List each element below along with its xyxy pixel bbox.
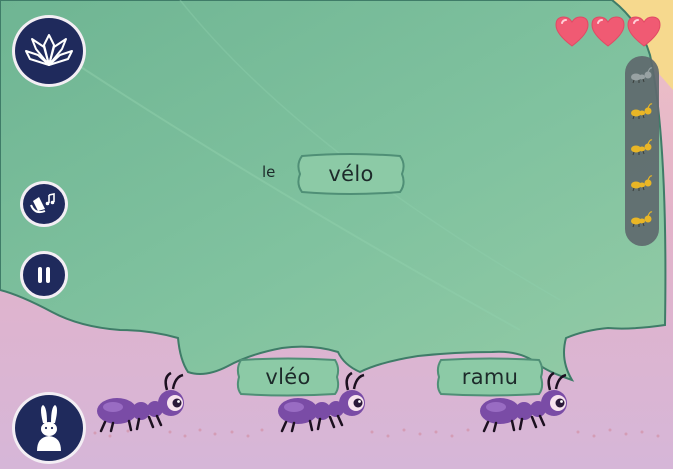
menu-button[interactable] <box>12 15 86 87</box>
heart-icon <box>554 14 590 48</box>
progress-track <box>625 56 659 246</box>
sound-toggle-icon <box>30 193 55 214</box>
sound-toggle-button[interactable] <box>20 181 68 227</box>
pause-button[interactable] <box>20 251 68 299</box>
target-word-card: vélo <box>294 152 408 196</box>
lives-display <box>554 14 662 48</box>
progress-ant-pending <box>630 66 654 84</box>
game-stage: le vélo vléo ramu <box>0 0 673 469</box>
character-button[interactable] <box>12 392 86 464</box>
target-word-text: vélo <box>328 162 374 186</box>
progress-ant-complete <box>630 210 654 228</box>
answer-choice-text: ramu <box>461 365 519 389</box>
answer-choice-card[interactable]: vléo <box>234 357 342 397</box>
heart-icon <box>626 14 662 48</box>
article-label: le <box>262 163 276 181</box>
ant-carrier <box>95 367 191 441</box>
progress-ant-complete <box>630 102 654 120</box>
heart-icon <box>590 14 626 48</box>
progress-ant-complete <box>630 138 654 156</box>
progress-ant-complete <box>630 174 654 192</box>
rabbit-icon <box>37 405 61 451</box>
pause-icon <box>38 267 50 283</box>
lotus-icon <box>25 34 73 66</box>
answer-choice-card[interactable]: ramu <box>434 357 546 397</box>
answer-choice-text: vléo <box>265 365 311 389</box>
